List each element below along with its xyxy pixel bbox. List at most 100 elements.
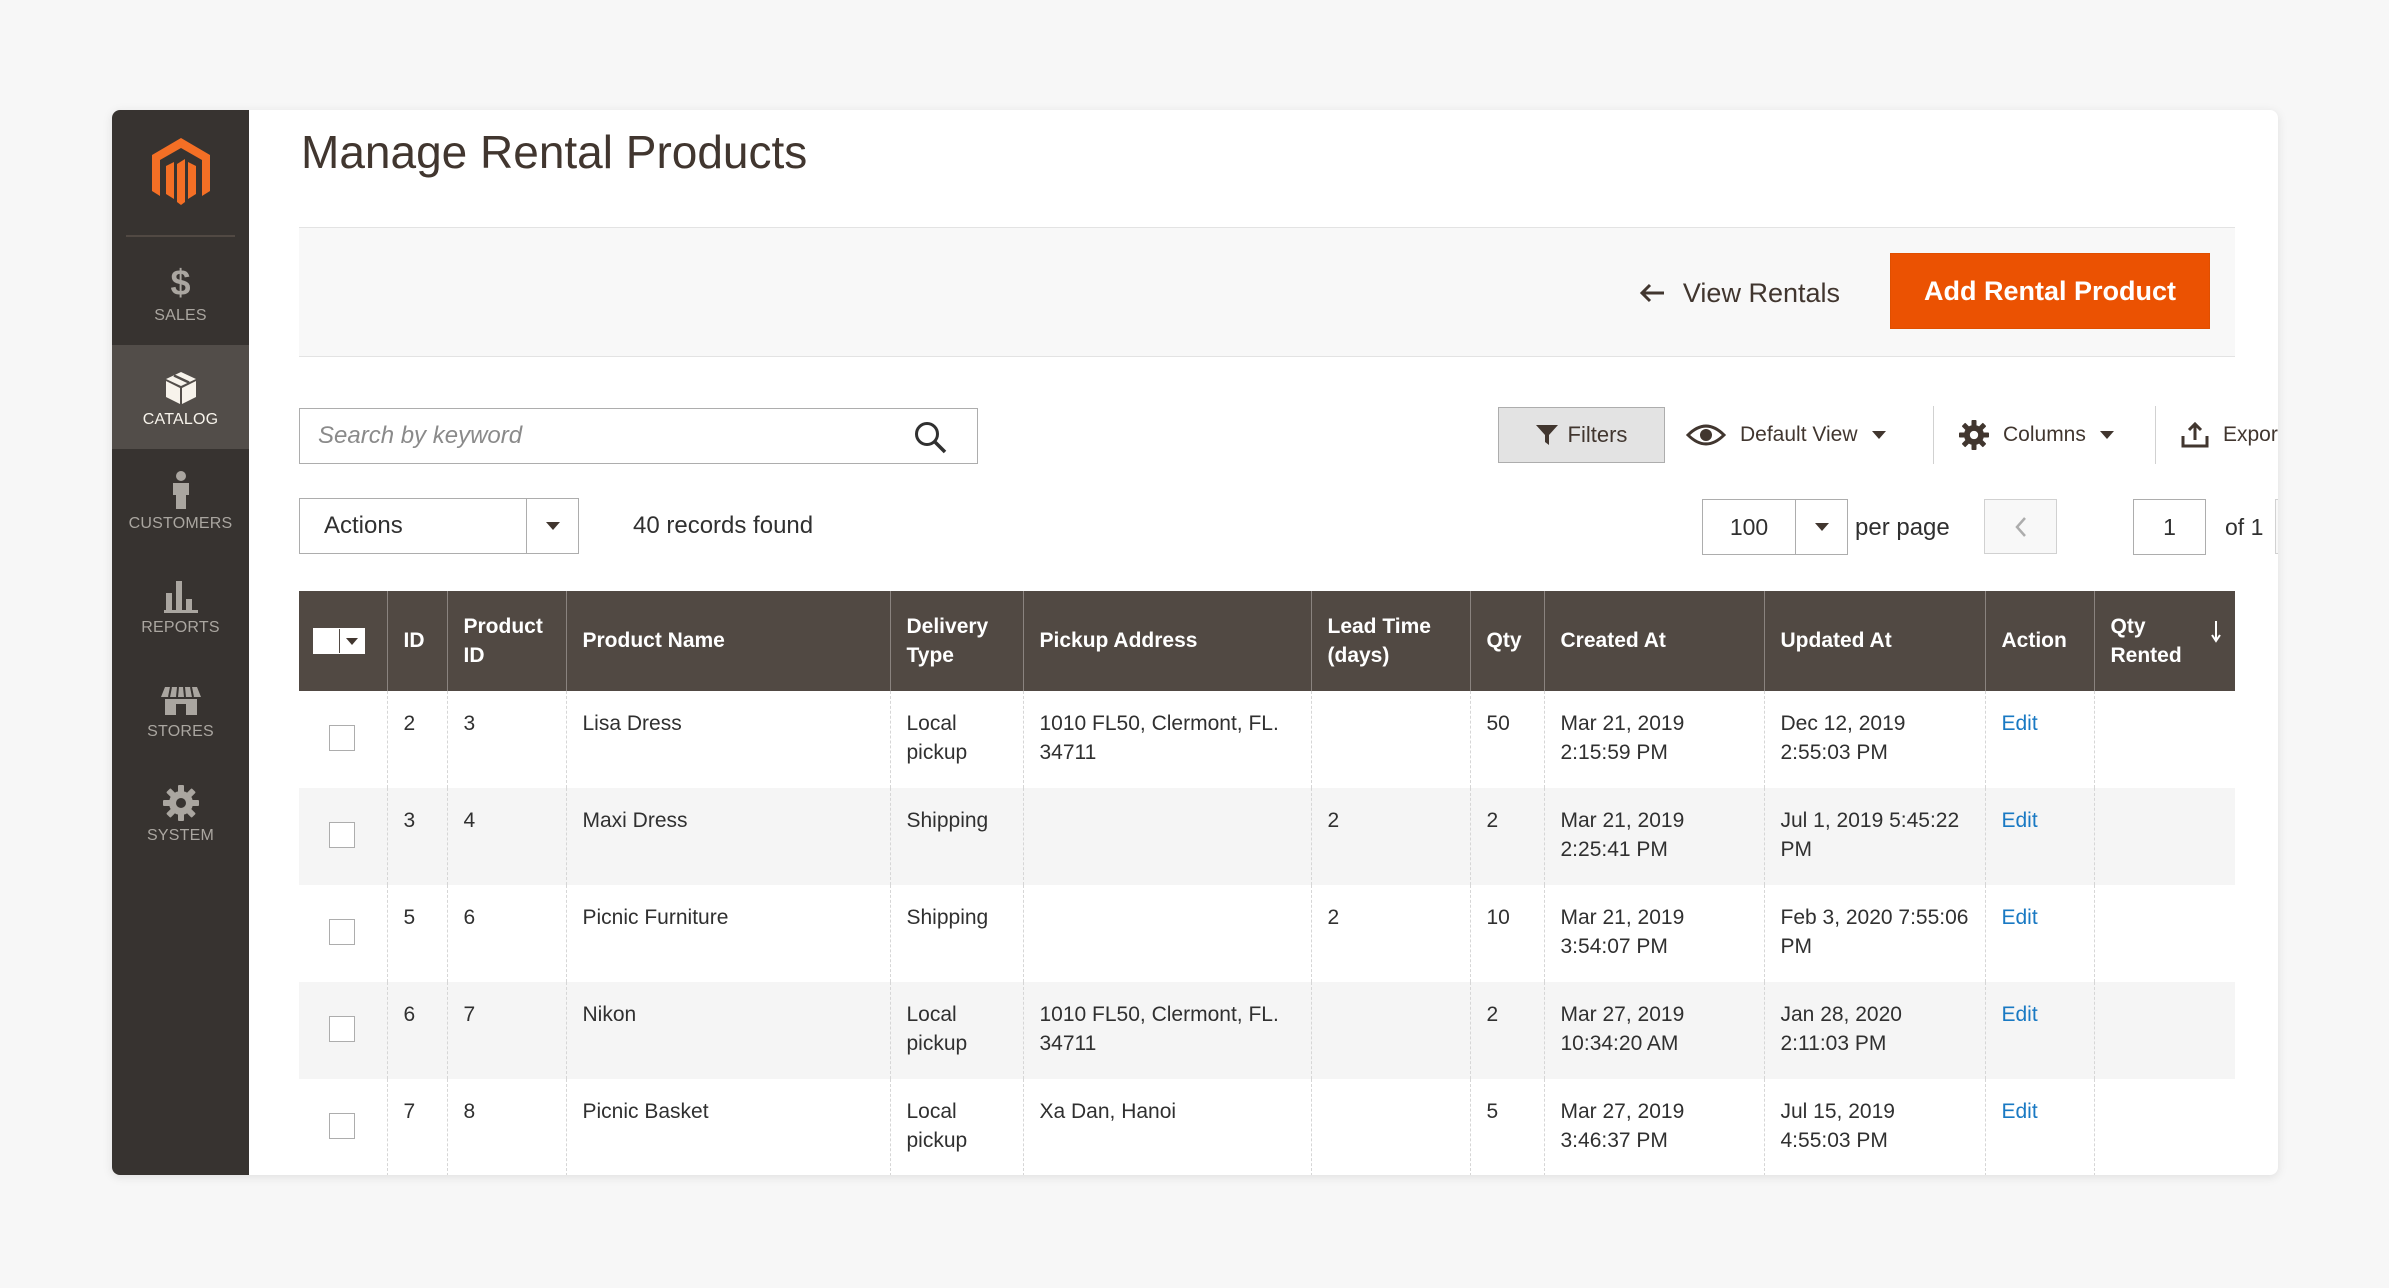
eye-icon [1686,424,1726,446]
page-total: of 1 [2225,514,2264,540]
column-header-updated-at[interactable]: Updated At [1763,591,1985,691]
next-page-button[interactable] [2275,499,2278,554]
cell-created-at: Mar 21, 2019 2:15:59 PM [1543,691,1764,788]
mass-select-dropdown[interactable] [313,628,365,654]
search-icon[interactable] [913,420,947,454]
cell-id: 2 [386,691,447,788]
add-rental-product-button[interactable]: Add Rental Product [1890,253,2210,329]
sidebar-item-label: SALES [154,307,207,324]
sidebar-item-label: CUSTOMERS [128,515,233,532]
select-all-checkbox[interactable] [314,629,340,653]
cell-product-id: 4 [446,788,566,885]
edit-link[interactable]: Edit [2002,712,2038,735]
row-checkbox[interactable] [329,725,355,751]
cell-updated-at: Feb 3, 2020 7:55:06 PM [1763,885,1985,982]
sidebar-item-label: REPORTS [141,619,220,636]
row-checkbox[interactable] [329,1016,355,1042]
cell-updated-at: Dec 12, 2019 2:55:03 PM [1763,691,1985,788]
column-header-id[interactable]: ID [386,591,447,691]
cell-product-id: 7 [446,982,566,1079]
gear-icon [162,781,199,821]
cell-product-name: Maxi Dress [565,788,890,885]
cell-lead-time [1310,691,1470,788]
per-page-value: 100 [1729,513,1769,540]
cell-product-name: Picnic Basket [565,1079,890,1175]
sort-arrow-icon [2211,621,2221,643]
chevron-down-icon [1871,431,1886,439]
column-header-created-at[interactable]: Created At [1543,591,1764,691]
cell-qty-rented [2093,885,2235,982]
sidebar-item-label: SYSTEM [147,827,214,844]
per-page-select[interactable]: 100 [1702,499,1848,555]
storefront-icon [160,677,201,717]
cell-qty: 2 [1469,982,1544,1079]
records-found: 40 records found [633,512,814,539]
column-header-qty[interactable]: Qty [1469,591,1544,691]
table-row: 5 6 Picnic Furniture Shipping 2 10 Mar 2… [299,885,2235,982]
edit-link[interactable]: Edit [2002,906,2038,929]
filters-button[interactable]: Filters [1498,407,1665,463]
sidebar-item-stores[interactable]: STORES [112,657,249,761]
per-page-toggle[interactable] [1795,500,1847,554]
column-header-lead-time[interactable]: Lead Time (days) [1310,591,1470,691]
sidebar-item-catalog[interactable]: CATALOG [112,345,249,449]
rental-products-grid: ID Product ID Product Name Delivery Type… [299,591,2235,1175]
mass-actions-toggle[interactable] [526,499,578,553]
cell-id: 3 [386,788,447,885]
edit-link[interactable]: Edit [2002,809,2038,832]
cell-lead-time: 2 [1310,885,1470,982]
view-rentals-button[interactable]: View Rentals [1639,268,1840,318]
cell-qty-rented [2093,691,2235,788]
row-checkbox[interactable] [329,919,355,945]
main-content: Manage Rental Products View Rentals Add … [249,110,2278,1175]
row-checkbox[interactable] [329,822,355,848]
cell-delivery-type: Local pickup [889,691,1023,788]
row-checkbox[interactable] [329,1113,355,1139]
sidebar-item-reports[interactable]: REPORTS [112,553,249,657]
export-label: Export [2223,423,2278,446]
sidebar-item-sales[interactable]: $ SALES [112,241,249,345]
current-page-input[interactable] [2133,499,2206,555]
dollar-icon: $ [170,262,191,303]
cell-delivery-type: Local pickup [889,1079,1023,1175]
sidebar-item-system[interactable]: SYSTEM [112,761,249,865]
column-header-product-name[interactable]: Product Name [565,591,890,691]
default-view-dropdown[interactable]: Default View [1686,407,1886,463]
edit-link[interactable]: Edit [2002,1003,2038,1026]
table-row: 6 7 Nikon Local pickup 1010 FL50, Clermo… [299,982,2235,1079]
table-row: 7 8 Picnic Basket Local pickup Xa Dan, H… [299,1079,2235,1175]
cell-pickup-address [1022,885,1311,982]
column-header-delivery-type[interactable]: Delivery Type [889,591,1023,691]
page-title: Manage Rental Products [301,126,808,178]
cell-pickup-address [1022,788,1311,885]
bar-chart-icon [163,573,198,613]
chevron-left-icon [2014,516,2026,537]
magento-logo[interactable] [112,110,249,235]
chevron-down-icon [2099,431,2114,439]
mass-select-header[interactable] [299,591,387,691]
chevron-down-icon [1814,523,1829,531]
export-icon [2181,422,2209,448]
edit-link[interactable]: Edit [2002,1100,2038,1123]
cell-action: Edit [1984,1079,2094,1175]
search-input[interactable] [300,409,900,463]
columns-dropdown[interactable]: Columns [1959,407,2114,463]
export-dropdown[interactable]: Export [2181,407,2278,463]
toolbar-divider [2155,406,2156,464]
sidebar-item-customers[interactable]: CUSTOMERS [112,449,249,553]
row-checkbox-cell [299,885,387,982]
previous-page-button[interactable] [1984,499,2057,554]
cell-created-at: Mar 27, 2019 3:46:37 PM [1543,1079,1764,1175]
cell-delivery-type: Shipping [889,788,1023,885]
column-header-product-id[interactable]: Product ID [446,591,566,691]
mass-actions-select[interactable]: Actions [299,498,579,554]
person-icon [170,469,192,509]
column-header-action: Action [1984,591,2094,691]
column-header-pickup-address[interactable]: Pickup Address [1022,591,1311,691]
cell-action: Edit [1984,788,2094,885]
cell-qty: 2 [1469,788,1544,885]
cell-product-id: 3 [446,691,566,788]
gear-icon [1959,420,1989,450]
column-header-qty-rented[interactable]: Qty Rented [2093,591,2235,691]
cell-created-at: Mar 21, 2019 2:25:41 PM [1543,788,1764,885]
